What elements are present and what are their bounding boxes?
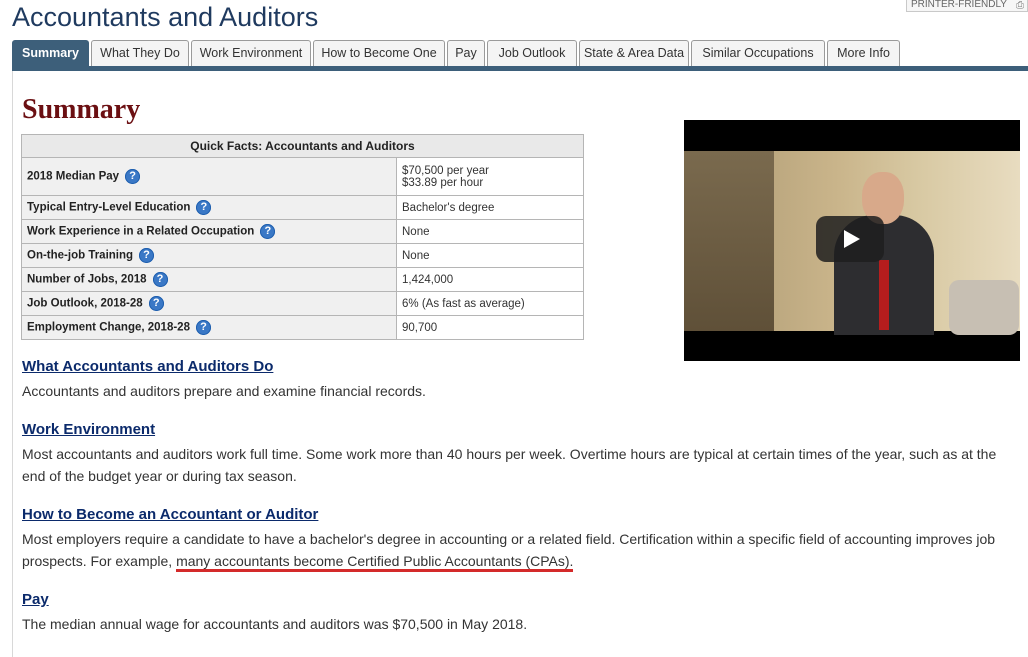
table-row: Employment Change, 2018-28? 90,700 bbox=[21, 315, 584, 340]
quick-facts-caption: Quick Facts: Accountants and Auditors bbox=[21, 134, 584, 158]
fact-value: $70,500 per year bbox=[402, 164, 489, 177]
tab-pay[interactable]: Pay bbox=[447, 40, 485, 67]
video-thumbnail-chair bbox=[949, 280, 1019, 335]
tab-what-they-do[interactable]: What They Do bbox=[91, 40, 189, 67]
fact-value: None bbox=[396, 243, 584, 268]
section-pay: Pay The median annual wage for accountan… bbox=[22, 590, 1012, 635]
help-question-icon[interactable]: ? bbox=[195, 320, 211, 335]
table-row: Work Experience in a Related Occupation?… bbox=[21, 219, 584, 244]
what-they-do-text: Accountants and auditors prepare and exa… bbox=[22, 383, 426, 399]
help-question-icon[interactable]: ? bbox=[196, 200, 212, 215]
fact-value: 6% (As fast as average) bbox=[396, 291, 584, 316]
help-question-icon[interactable]: ? bbox=[148, 296, 164, 311]
how-to-become-link[interactable]: How to Become an Accountant or Auditor bbox=[22, 505, 1012, 525]
tab-job-outlook[interactable]: Job Outlook bbox=[487, 40, 577, 67]
fact-label: Employment Change, 2018-28 bbox=[27, 321, 190, 334]
fact-label: Typical Entry-Level Education bbox=[27, 201, 191, 214]
table-row: Job Outlook, 2018-28? 6% (As fast as ave… bbox=[21, 291, 584, 316]
what-they-do-link[interactable]: What Accountants and Auditors Do bbox=[22, 357, 1012, 377]
help-question-icon[interactable]: ? bbox=[139, 248, 155, 263]
printer-friendly-label: PRINTER-FRIENDLY bbox=[911, 0, 1007, 10]
quick-facts-table: Quick Facts: Accountants and Auditors 20… bbox=[21, 134, 584, 340]
summary-heading: Summary bbox=[22, 94, 141, 125]
fact-label: Job Outlook, 2018-28 bbox=[27, 297, 143, 310]
help-question-icon[interactable]: ? bbox=[125, 169, 141, 184]
fact-value: 1,424,000 bbox=[396, 267, 584, 292]
fact-label: 2018 Median Pay bbox=[27, 170, 120, 183]
highlighted-cpa-text: many accountants become Certified Public… bbox=[176, 553, 574, 572]
tab-underline-bar bbox=[12, 66, 1028, 71]
tab-summary[interactable]: Summary bbox=[12, 40, 89, 67]
table-row: Number of Jobs, 2018? 1,424,000 bbox=[21, 267, 584, 292]
printer-icon: ⎙ bbox=[1016, 0, 1024, 11]
video-thumbnail-shelf bbox=[684, 151, 774, 331]
page-title: Accountants and Auditors bbox=[12, 2, 319, 32]
fact-label: Number of Jobs, 2018 bbox=[27, 273, 147, 286]
work-environment-text: Most accountants and auditors work full … bbox=[22, 446, 997, 484]
section-work-environment: Work Environment Most accountants and au… bbox=[22, 420, 1012, 487]
printer-friendly-link[interactable]: PRINTER-FRIENDLY ⎙ bbox=[906, 0, 1028, 12]
tab-more-info[interactable]: More Info bbox=[827, 40, 900, 67]
tab-state-area-data[interactable]: State & Area Data bbox=[579, 40, 689, 67]
video-thumbnail-tie bbox=[879, 260, 889, 330]
work-environment-link[interactable]: Work Environment bbox=[22, 420, 1012, 440]
pay-link[interactable]: Pay bbox=[22, 590, 1012, 610]
tab-work-environment[interactable]: Work Environment bbox=[191, 40, 311, 67]
section-what-they-do: What Accountants and Auditors Do Account… bbox=[22, 357, 1012, 402]
pay-text: The median annual wage for accountants a… bbox=[22, 616, 528, 632]
video-player[interactable] bbox=[684, 120, 1020, 361]
fact-label: On-the-job Training bbox=[27, 249, 134, 262]
fact-value-hourly: $33.89 per hour bbox=[402, 176, 484, 189]
table-row: 2018 Median Pay? $70,500 per year $33.89… bbox=[21, 157, 584, 196]
tab-how-to-become-one[interactable]: How to Become One bbox=[313, 40, 445, 67]
help-question-icon[interactable]: ? bbox=[260, 224, 276, 239]
content-left-border bbox=[12, 71, 13, 657]
play-icon[interactable] bbox=[816, 216, 884, 262]
table-row: Typical Entry-Level Education? Bachelor'… bbox=[21, 195, 584, 220]
fact-value: None bbox=[396, 219, 584, 244]
fact-label: Work Experience in a Related Occupation bbox=[27, 225, 255, 238]
section-how-to-become: How to Become an Accountant or Auditor M… bbox=[22, 505, 1012, 572]
table-row: On-the-job Training? None bbox=[21, 243, 584, 268]
fact-value: 90,700 bbox=[396, 315, 584, 340]
help-question-icon[interactable]: ? bbox=[152, 272, 168, 287]
tab-similar-occupations[interactable]: Similar Occupations bbox=[691, 40, 825, 67]
how-to-become-text: Most employers require a candidate to ha… bbox=[22, 528, 1012, 572]
fact-value: Bachelor's degree bbox=[396, 195, 584, 220]
